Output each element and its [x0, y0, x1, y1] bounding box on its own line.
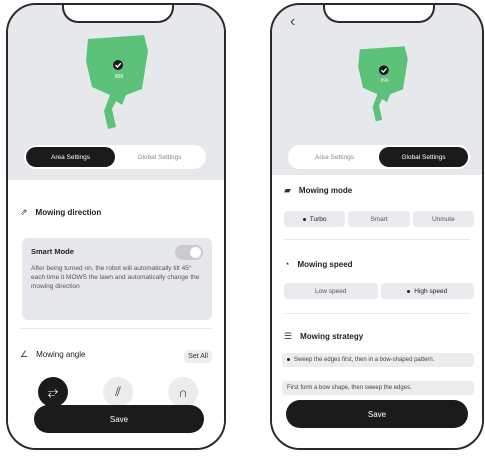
mowing-mode-options: Turbo Smart Unmute [284, 211, 474, 227]
tab-global-settings[interactable]: Global Settings [115, 147, 204, 167]
speed-gauge-icon: ◔ [284, 259, 290, 269]
mowing-angle-title: Mowing angle [36, 350, 86, 359]
smart-mode-card: Smart Mode After being turned on, the ro… [22, 238, 212, 320]
selected-dot [302, 217, 306, 221]
section-divider [20, 328, 212, 329]
mowing-direction-header: ⇗ Mowing direction [20, 207, 212, 218]
tab-area-settings[interactable]: Area Settings [290, 147, 379, 167]
toggle-knob [190, 247, 201, 258]
mower-icon: ▰ [284, 185, 291, 195]
selected-dot [407, 289, 411, 293]
mode-option-turbo[interactable]: Turbo [284, 211, 346, 227]
back-arrow-icon[interactable]: ‹ [290, 13, 295, 31]
lawn-map[interactable]: 899 [82, 31, 162, 131]
option-label: First form a bow shape, then sweep the e… [287, 385, 412, 391]
mode-option-unmute[interactable]: Unmute [412, 211, 474, 227]
right-phone-screen: ‹ 899 Area Settings Global Settings ▰ Mo… [270, 3, 484, 450]
option-label: High speed [414, 287, 448, 295]
bow-pattern-icon[interactable]: ⥂ [38, 377, 68, 407]
tab-global-settings[interactable]: Global Settings [379, 147, 468, 167]
option-label: Smart [370, 215, 388, 223]
phone-notch [323, 5, 435, 23]
option-label: Unmute [431, 215, 455, 223]
mowing-strategy-header: ☰ Mowing strategy [284, 331, 470, 342]
strategy-option-bow-first[interactable]: First form a bow shape, then sweep the e… [282, 381, 474, 395]
section-divider [284, 313, 470, 314]
speed-option-high[interactable]: High speed [380, 283, 474, 299]
mode-option-smart[interactable]: Smart [348, 211, 410, 227]
save-button[interactable]: Save [286, 400, 468, 428]
tab-area-settings[interactable]: Area Settings [26, 147, 115, 167]
map-zone-label: 899 [381, 77, 389, 83]
mowing-strategy-title: Mowing strategy [300, 332, 364, 341]
map-zone-label: 899 [115, 74, 124, 80]
set-all-button[interactable]: Set All [184, 350, 212, 363]
direction-icon: ⇗ [20, 207, 28, 217]
mowing-direction-title: Mowing direction [35, 208, 102, 217]
save-button[interactable]: Save [34, 405, 204, 433]
strategy-option-edges-first[interactable]: Sweep the edges first, then in a bow-sha… [282, 353, 474, 367]
list-icon: ☰ [284, 331, 293, 341]
left-phone-screen: 899 Area Settings Global Settings ⇗ Mowi… [6, 3, 226, 450]
option-label: Sweep the edges first, then in a bow-sha… [294, 357, 435, 363]
lawn-zone-shape [86, 35, 148, 129]
mowing-speed-title: Mowing speed [297, 259, 353, 269]
selected-dot [287, 358, 290, 361]
lawn-map[interactable]: 899 [354, 43, 420, 123]
option-label: Low speed [315, 287, 347, 295]
vertical-pattern-icon[interactable]: ∩ [168, 377, 198, 407]
mowing-mode-title: Mowing mode [298, 186, 353, 195]
mowing-speed-options: Low speed High speed [284, 283, 474, 299]
phone-notch [62, 5, 174, 23]
robot-marker-icon [113, 60, 123, 70]
robot-marker-icon [379, 65, 389, 75]
angle-icon: ∠ [20, 349, 29, 359]
smart-mode-toggle[interactable] [175, 245, 203, 260]
settings-tabs: Area Settings Global Settings [288, 145, 470, 169]
lawn-zone-shape [358, 46, 408, 122]
option-label: Turbo [309, 215, 327, 223]
section-divider [284, 239, 470, 240]
diagonal-pattern-icon[interactable]: ⫽ [103, 377, 133, 407]
smart-mode-description: After being turned on, the robot will au… [31, 265, 200, 290]
mowing-mode-header: ▰ Mowing mode [284, 185, 470, 196]
speed-option-low[interactable]: Low speed [284, 283, 378, 299]
mowing-speed-header: ◔ Mowing speed [284, 259, 470, 269]
settings-tabs: Area Settings Global Settings [24, 145, 206, 169]
